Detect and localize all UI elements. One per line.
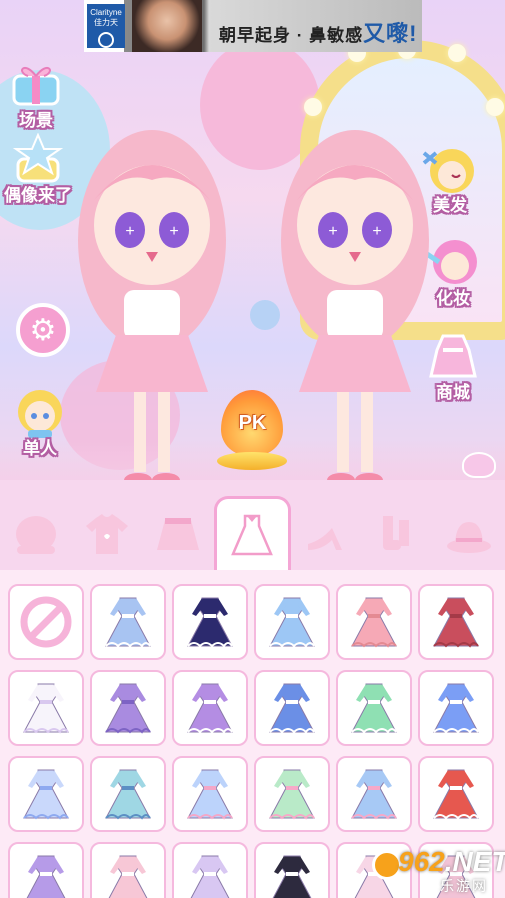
dress-icon (23, 769, 69, 820)
outfit-item[interactable] (418, 756, 494, 832)
outfit-item[interactable] (90, 584, 166, 660)
single-mode-label: 单人 (23, 439, 57, 458)
dress-icon (351, 769, 397, 820)
gift-box-icon (12, 66, 60, 106)
outfit-item[interactable] (254, 584, 330, 660)
outfit-item[interactable] (172, 670, 248, 746)
category-tabs (0, 496, 505, 570)
gear-icon: ⚙ (29, 313, 57, 347)
dress-icon (269, 597, 315, 648)
outfit-item[interactable] (418, 670, 494, 746)
outfit-item[interactable] (172, 584, 248, 660)
ad-headline: 朝早起身 · 鼻敏感又嚟! (219, 16, 417, 48)
dress-icon (433, 597, 479, 648)
outfit-item[interactable] (90, 842, 166, 898)
chat-bubble-icon[interactable] (462, 452, 496, 478)
dress-icon (433, 683, 479, 734)
none-icon (20, 596, 72, 648)
site-watermark: 962.NET 乐游网 (370, 842, 505, 898)
dress-icon (351, 597, 397, 648)
ad-brand-name: Clarityne (90, 8, 122, 17)
heels-icon (307, 528, 342, 550)
tab-hat[interactable] (434, 500, 505, 570)
svg-text:+: + (169, 223, 178, 240)
star-trophy-icon (12, 133, 64, 183)
dress-icon (105, 597, 151, 648)
tab-face[interactable] (0, 500, 71, 570)
shop-label: 商城 (436, 383, 470, 402)
ad-brand-logo: Clarityne 佳力天 (87, 4, 125, 48)
pk-label: PK (238, 412, 267, 434)
skirt-icon (157, 518, 200, 550)
dress-icon (105, 769, 151, 820)
single-mode-button[interactable]: 单人 (12, 386, 68, 459)
scene-button[interactable]: 场景 (8, 58, 64, 131)
dress-icon (433, 769, 479, 820)
watermark-number: 962.NET (398, 846, 505, 878)
outfit-item[interactable] (254, 756, 330, 832)
outfit-item[interactable] (8, 756, 84, 832)
girl-avatar-icon (18, 390, 62, 438)
outfit-item[interactable] (418, 584, 494, 660)
pk-pedestal (217, 452, 287, 470)
face-icon (15, 516, 56, 554)
outfit-item[interactable] (172, 842, 248, 898)
outfit-item[interactable] (254, 670, 330, 746)
tab-top[interactable] (71, 500, 142, 570)
ad-brand-sub: 佳力天 (94, 18, 118, 27)
outfit-item[interactable] (254, 842, 330, 898)
watermark-number-b: .NET (444, 846, 505, 877)
dress-icon (187, 769, 233, 820)
dress-icon (23, 683, 69, 734)
outfit-item[interactable] (8, 842, 84, 898)
ad-headline-a: 朝早起身 · 鼻敏感 (219, 26, 364, 45)
ad-photo (132, 0, 202, 52)
idol-button[interactable]: 偶像来了 (4, 133, 72, 206)
ad-banner[interactable]: Clarityne 佳力天 朝早起身 · 鼻敏感又嚟! (84, 0, 422, 52)
tab-socks[interactable] (362, 500, 433, 570)
hair-label: 美发 (433, 196, 467, 215)
svg-text:+: + (328, 223, 337, 240)
svg-text:+: + (125, 223, 134, 240)
dress-icon (105, 683, 151, 734)
tab-skirt[interactable] (143, 500, 214, 570)
dress-icon (26, 855, 66, 898)
watermark-site: 乐游网 (440, 878, 488, 894)
makeup-label: 化妆 (436, 289, 470, 308)
ad-headline-b: 又嚟! (363, 21, 418, 46)
doll-right: + + (281, 130, 429, 487)
outfit-item[interactable] (172, 756, 248, 832)
dress-icon (187, 597, 233, 648)
tshirt-icon (85, 514, 128, 554)
svg-text:+: + (372, 223, 381, 240)
watermark-number-a: 962 (398, 846, 445, 877)
dress-icon (269, 769, 315, 820)
outfit-item[interactable] (336, 670, 412, 746)
dress-icon (351, 683, 397, 734)
tab-dress[interactable] (213, 496, 292, 570)
remove-outfit-button[interactable] (8, 584, 84, 660)
outfit-item[interactable] (90, 756, 166, 832)
idol-label: 偶像来了 (4, 186, 72, 205)
dress-icon (108, 855, 148, 898)
settings-button[interactable]: ⚙ (16, 303, 70, 357)
ad-logo-icon (98, 32, 114, 48)
outfit-item[interactable] (90, 670, 166, 746)
tab-shoes[interactable] (291, 500, 362, 570)
dress-icon (231, 514, 274, 555)
pk-button[interactable]: PK (215, 390, 290, 475)
outfit-item[interactable] (336, 756, 412, 832)
socks-icon (383, 516, 410, 550)
scene-label: 场景 (19, 111, 53, 130)
doll-left: + + (78, 130, 226, 487)
hat-icon (447, 522, 492, 553)
dress-icon (272, 855, 312, 898)
dress-icon (269, 683, 315, 734)
dress-icon (187, 683, 233, 734)
outfit-item[interactable] (8, 670, 84, 746)
outfit-item[interactable] (336, 584, 412, 660)
dress-icon (190, 855, 230, 898)
